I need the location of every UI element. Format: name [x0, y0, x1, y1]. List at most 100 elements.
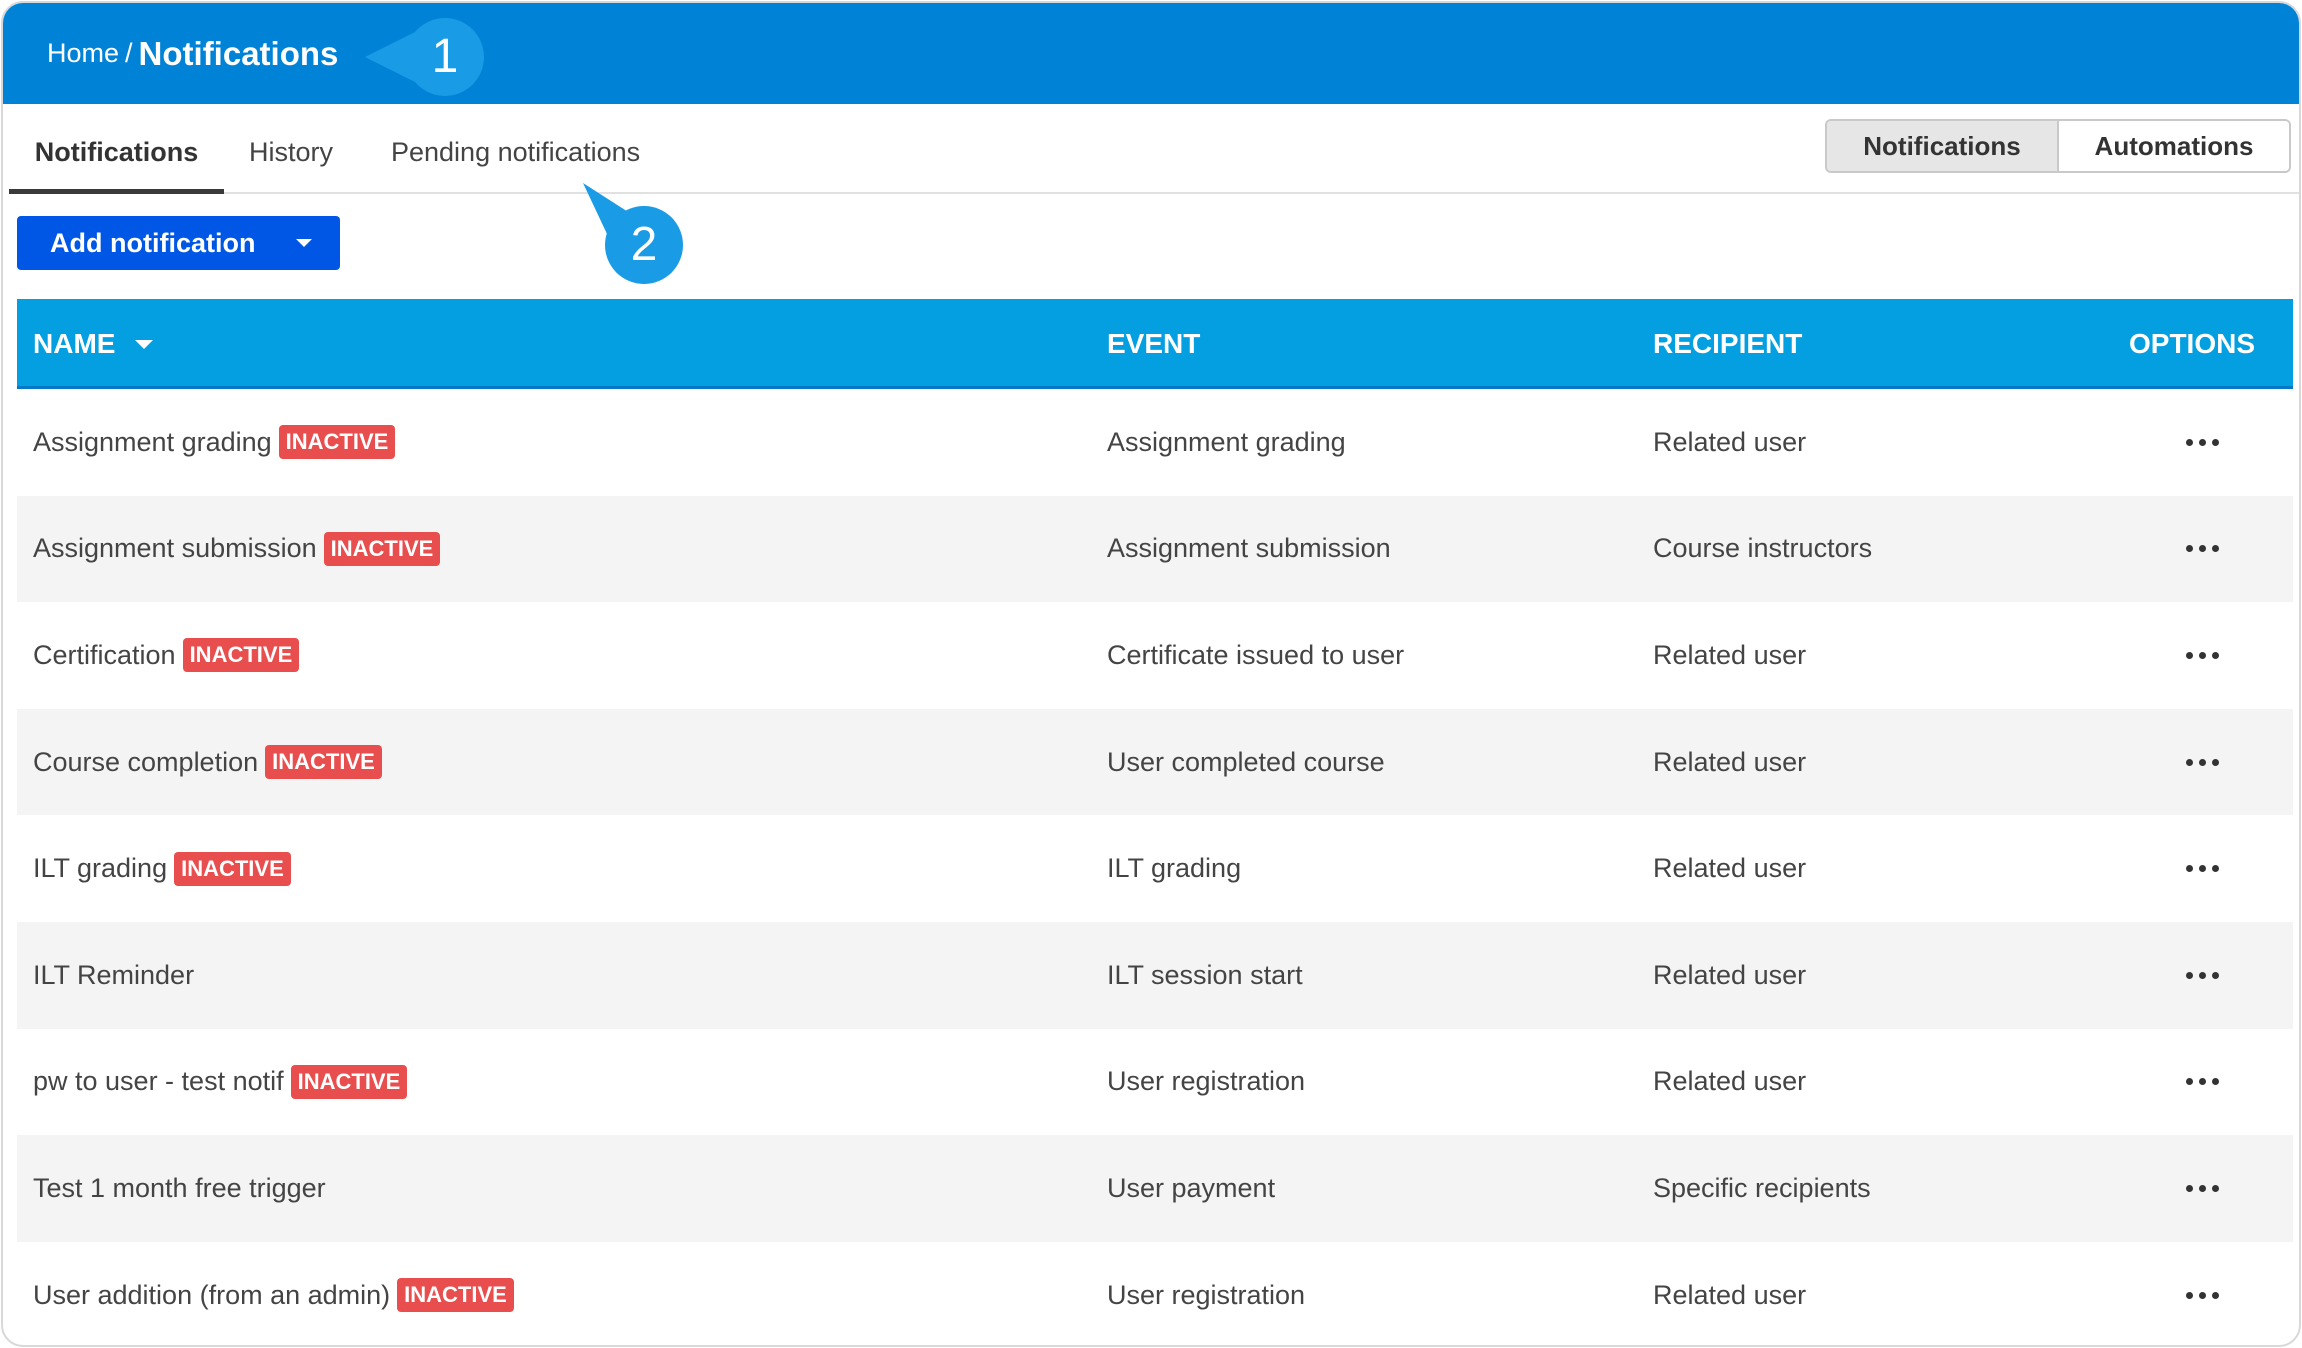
table-row[interactable]: Assignment submission INACTIVE Assignment …	[17, 495, 2293, 603]
ellipsis-dot	[2185, 758, 2193, 766]
ellipsis-dot	[2185, 971, 2193, 979]
view-toggle: Notifications Automations	[1825, 119, 2291, 173]
column-header-recipient: RECIPIENT	[1653, 328, 1803, 359]
tab-notifications[interactable]: Notifications	[9, 104, 224, 194]
ellipsis-icon	[2185, 438, 2219, 446]
ellipsis-icon	[2185, 1184, 2219, 1192]
cell-recipient: Related user	[1653, 1066, 1807, 1097]
notification-name: Course completion	[33, 746, 259, 777]
cell-event: Certificate issued to user	[1107, 639, 1405, 670]
ellipsis-dot	[2211, 865, 2219, 873]
cell-name: Test 1 month free trigger	[33, 1135, 326, 1242]
ellipsis-dot	[2185, 1078, 2193, 1086]
more-options-icon[interactable]	[2167, 1242, 2237, 1345]
notifications-table: NAME EVENT RECIPIENT OPTIONS Assignment …	[17, 299, 2293, 1345]
table-header: NAME EVENT RECIPIENT OPTIONS	[17, 299, 2293, 389]
notification-name: ILT Reminder	[33, 959, 195, 990]
status-badge: INACTIVE	[278, 425, 396, 460]
table-row[interactable]: ILT Reminder ILT session start Related use…	[17, 921, 2293, 1029]
ellipsis-dot	[2185, 545, 2193, 553]
add-notification-label: Add notification	[50, 227, 256, 258]
cell-name: ILT grading INACTIVE	[33, 815, 291, 922]
cell-name: Course completion INACTIVE	[33, 709, 382, 816]
ellipsis-icon	[2185, 545, 2219, 553]
table-row[interactable]: Course completion INACTIVE User completed …	[17, 708, 2293, 816]
column-header-options: OPTIONS	[2129, 328, 2256, 359]
cell-event: Assignment grading	[1107, 426, 1346, 457]
ellipsis-dot	[2211, 545, 2219, 553]
table-row[interactable]: ILT grading INACTIVE ILT grading Related us…	[17, 815, 2293, 922]
column-header-name[interactable]: NAME	[33, 299, 154, 389]
ellipsis-dot	[2185, 1291, 2193, 1299]
more-options-icon[interactable]	[2167, 922, 2237, 1029]
ellipsis-icon	[2185, 1078, 2219, 1086]
cell-event: ILT grading	[1107, 853, 1242, 884]
sort-desc-icon[interactable]	[135, 339, 154, 349]
ellipsis-dot	[2198, 438, 2206, 446]
ellipsis-dot	[2211, 1078, 2219, 1086]
table-row[interactable]: Test 1 month free trigger User payment Spe…	[17, 1135, 2293, 1242]
cell-recipient: Related user	[1653, 746, 1807, 777]
add-notification-button[interactable]: Add notification	[17, 216, 340, 270]
ellipsis-dot	[2211, 438, 2219, 446]
more-options-icon[interactable]	[2167, 1029, 2237, 1136]
ellipsis-icon	[2185, 651, 2219, 659]
cell-event: User completed course	[1107, 746, 1385, 777]
cell-recipient: Related user	[1653, 853, 1807, 884]
cell-name: pw to user - test notif INACTIVE	[33, 1029, 408, 1136]
toggle-notifications-button[interactable]: Notifications	[1827, 121, 2059, 171]
ellipsis-dot	[2198, 651, 2206, 659]
ellipsis-dot	[2185, 438, 2193, 446]
status-badge: INACTIVE	[323, 531, 441, 566]
table-row[interactable]: User addition (from an admin) INACTIVE Use…	[17, 1242, 2293, 1345]
cell-event: User registration	[1107, 1066, 1306, 1097]
notification-name: Assignment submission	[33, 533, 317, 564]
cell-recipient: Related user	[1653, 959, 1807, 990]
notification-name: Test 1 month free trigger	[33, 1172, 326, 1203]
ellipsis-icon	[2185, 758, 2219, 766]
cell-event: ILT session start	[1107, 959, 1303, 990]
tab-history[interactable]: History	[249, 104, 333, 194]
cell-recipient: Course instructors	[1653, 533, 1873, 564]
ellipsis-dot	[2211, 758, 2219, 766]
status-badge: INACTIVE	[397, 1278, 514, 1313]
ellipsis-icon	[2185, 1291, 2219, 1299]
callout-1-badge: 1	[406, 18, 484, 96]
ellipsis-icon	[2185, 865, 2219, 873]
cell-name: Assignment grading INACTIVE	[33, 389, 396, 496]
callout-2-badge: 2	[605, 206, 683, 284]
notification-name: pw to user - test notif	[33, 1066, 284, 1097]
ellipsis-dot	[2198, 1184, 2206, 1192]
ellipsis-dot	[2211, 1184, 2219, 1192]
cell-name: User addition (from an admin) INACTIVE	[33, 1242, 514, 1345]
ellipsis-dot	[2211, 971, 2219, 979]
ellipsis-dot	[2185, 865, 2193, 873]
status-badge: INACTIVE	[174, 851, 291, 886]
more-options-icon[interactable]	[2167, 815, 2237, 922]
status-badge: INACTIVE	[265, 745, 382, 780]
ellipsis-icon	[2185, 971, 2219, 979]
notification-name: ILT grading	[33, 853, 168, 884]
more-options-icon[interactable]	[2167, 389, 2237, 496]
toggle-automations-button[interactable]: Automations	[2059, 121, 2289, 171]
breadcrumb-separator: /	[125, 38, 133, 68]
tab-pending-notifications[interactable]: Pending notifications	[391, 104, 640, 194]
more-options-icon[interactable]	[2167, 602, 2237, 709]
cell-name: Assignment submission INACTIVE	[33, 496, 441, 603]
ellipsis-dot	[2198, 545, 2206, 553]
cell-recipient: Specific recipients	[1653, 1172, 1871, 1203]
status-badge: INACTIVE	[290, 1064, 408, 1099]
chevron-down-icon[interactable]	[296, 239, 312, 247]
breadcrumb-home[interactable]: Home	[47, 38, 119, 69]
more-options-icon[interactable]	[2167, 709, 2237, 816]
cell-name: ILT Reminder	[33, 922, 194, 1029]
more-options-icon[interactable]	[2167, 1135, 2237, 1242]
cell-recipient: Related user	[1653, 639, 1807, 670]
table-row[interactable]: Assignment grading INACTIVE Assignment gra…	[17, 389, 2293, 496]
cell-event: User registration	[1107, 1279, 1306, 1310]
ellipsis-dot	[2211, 651, 2219, 659]
table-row[interactable]: pw to user - test notif INACTIVE User regi…	[17, 1029, 2293, 1136]
table-row[interactable]: Certification INACTIVE Certificate issued …	[17, 602, 2293, 709]
more-options-icon[interactable]	[2167, 496, 2237, 603]
ellipsis-dot	[2198, 865, 2206, 873]
